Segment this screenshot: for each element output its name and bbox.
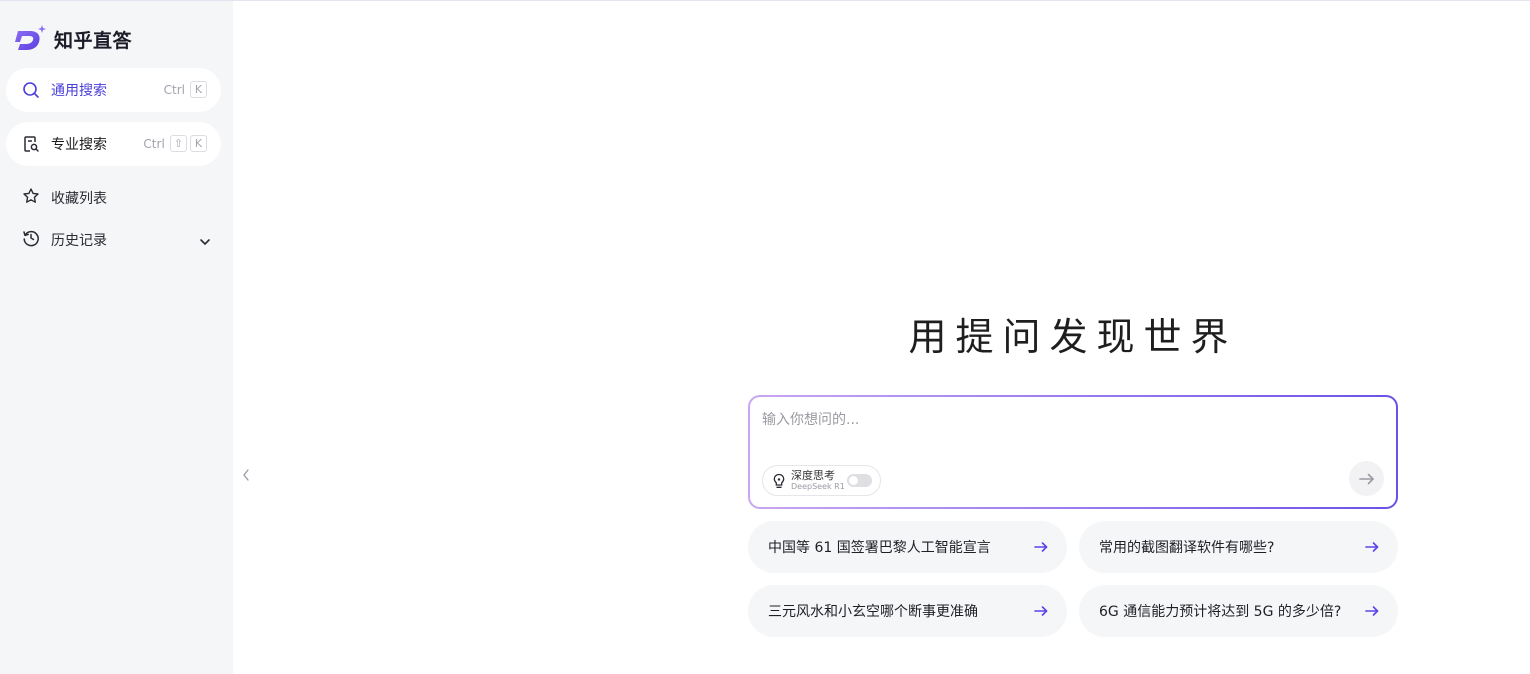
suggestion-text: 中国等 61 国签署巴黎人工智能宣言 [768, 540, 991, 556]
lightbulb-icon [773, 473, 785, 488]
arrow-right-icon [1034, 606, 1048, 616]
question-input[interactable] [762, 409, 1362, 431]
shortcut-key-k: K [190, 135, 207, 152]
arrow-right-icon [1365, 606, 1379, 616]
arrow-right-icon [1365, 542, 1379, 552]
suggestion-item[interactable]: 三元风水和小玄空哪个断事更准确 [748, 585, 1067, 637]
shortcut-key-shift: ⇧ [169, 135, 187, 152]
hero-title: 用提问发现世界 [908, 315, 1238, 359]
general-search-label: 通用搜索 [51, 83, 107, 99]
pro-search-button[interactable]: 专业搜索 Ctrl ⇧ K [6, 122, 221, 166]
deep-think-switch[interactable] [847, 474, 872, 487]
shortcut-key-k: K [190, 81, 207, 98]
star-icon [22, 187, 40, 209]
composer-inner: 深度思考 DeepSeek R1 [750, 397, 1396, 507]
suggestion-item[interactable]: 常用的截图翻译软件有哪些? [1079, 521, 1398, 573]
sidebar-item-favorites[interactable]: 收藏列表 [22, 188, 107, 208]
pro-search-shortcut: Ctrl ⇧ K [143, 135, 207, 152]
suggestion-text: 三元风水和小玄空哪个断事更准确 [768, 604, 978, 620]
history-label: 历史记录 [51, 233, 107, 249]
zhida-logo-icon [15, 25, 46, 50]
history-icon [22, 229, 40, 251]
deep-think-toggle[interactable]: 深度思考 DeepSeek R1 [762, 465, 881, 496]
favorites-label: 收藏列表 [51, 191, 107, 207]
suggestion-item[interactable]: 中国等 61 国签署巴黎人工智能宣言 [748, 521, 1067, 573]
suggestion-item[interactable]: 6G 通信能力预计将达到 5G 的多少倍? [1079, 585, 1398, 637]
sidebar: 知乎直答 通用搜索 Ctrl K 专业搜索 Ctrl ⇧ K 收藏列表 历史记录 [0, 1, 233, 674]
sidebar-item-history[interactable]: 历史记录 [22, 230, 107, 250]
general-search-shortcut: Ctrl K [164, 81, 207, 98]
arrow-right-icon [1358, 473, 1374, 484]
deep-think-model: DeepSeek R1 [791, 482, 845, 491]
arrow-right-icon [1034, 542, 1048, 552]
document-search-icon [22, 135, 40, 153]
shortcut-key-ctrl: Ctrl [143, 136, 165, 151]
brand-name: 知乎直答 [54, 29, 133, 52]
brand[interactable]: 知乎直答 [15, 25, 132, 53]
chevron-down-icon[interactable] [198, 235, 212, 249]
collapse-sidebar-icon[interactable] [240, 466, 252, 484]
send-button[interactable] [1349, 461, 1384, 496]
general-search-button[interactable]: 通用搜索 Ctrl K [6, 68, 221, 112]
shortcut-key-ctrl: Ctrl [163, 82, 185, 97]
suggestion-text: 6G 通信能力预计将达到 5G 的多少倍? [1099, 604, 1342, 620]
pro-search-label: 专业搜索 [51, 137, 107, 153]
search-icon [22, 81, 40, 99]
deep-think-title: 深度思考 [791, 469, 835, 482]
switch-knob [849, 476, 858, 485]
composer: 深度思考 DeepSeek R1 [748, 395, 1398, 509]
suggestion-text: 常用的截图翻译软件有哪些? [1099, 540, 1275, 556]
deep-think-text: 深度思考 DeepSeek R1 [791, 470, 845, 491]
